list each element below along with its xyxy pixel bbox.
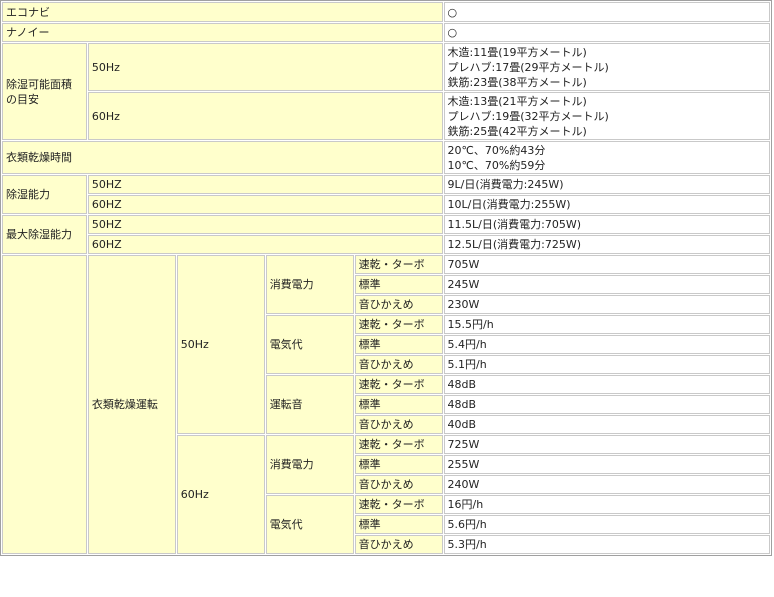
mode-value: 5.4円/h [443,335,770,354]
mode-label: 音ひかえめ [354,415,443,434]
nanoe-value: ○ [443,23,770,42]
mode-label: 音ひかえめ [354,355,443,374]
spec-table: エコナビ ○ ナノイー ○ 除湿可能面積の目安 50Hz 木造:11畳(19平方… [0,0,772,556]
drying-time-value: 20℃、70%約43分 10℃、70%約59分 [443,141,770,174]
capacity-60hz-value: 10L/日(消費電力:255W) [443,195,770,214]
drying-operation-label: 衣類乾燥運転 [87,255,176,554]
drying-time-line: 20℃、70%約43分 [447,143,546,157]
mode-label: 標準 [354,395,443,414]
max-capacity-60hz-label: 60HZ [87,235,443,254]
drying-50hz-power-label: 消費電力 [265,255,354,314]
mode-label: 速乾・ターボ [354,435,443,454]
capacity-60hz-label: 60HZ [87,195,443,214]
mode-value: 5.1円/h [443,355,770,374]
row-max-capacity-50hz: 最大除湿能力 50HZ 11.5L/日(消費電力:705W) [2,215,770,254]
mode-label: 標準 [354,275,443,294]
row-drying-time: 衣類乾燥時間 20℃、70%約43分 10℃、70%約59分 [2,141,770,174]
econavi-value: ○ [443,2,770,22]
mode-label: 標準 [354,455,443,474]
drying-50hz-noise-label: 運転音 [265,375,354,434]
area-60hz-line: 木造:13畳(21平方メートル) [447,94,587,108]
mode-value: 230W [443,295,770,314]
drying-60hz-power-label: 消費電力 [265,435,354,494]
mode-value: 16円/h [443,495,770,514]
mode-value: 48dB [443,375,770,394]
mode-value: 245W [443,275,770,294]
max-capacity-50hz-value: 11.5L/日(消費電力:705W) [443,215,770,234]
area-60hz-value: 木造:13畳(21平方メートル) プレハブ:19畳(32平方メートル) 鉄筋:2… [443,92,770,140]
area-50hz-label: 50Hz [87,43,443,91]
row-area-60hz: 60Hz 木造:13畳(21平方メートル) プレハブ:19畳(32平方メートル)… [2,92,770,140]
area-60hz-line: 鉄筋:25畳(42平方メートル) [447,124,587,138]
row-drying-50-power-turbo: 衣類乾燥運転 50Hz 消費電力 速乾・ターボ 705W [2,255,770,554]
max-capacity-label: 最大除湿能力 [2,215,87,254]
mode-label: 標準 [354,335,443,354]
mode-value: 725W [443,435,770,454]
nanoe-label: ナノイー [2,23,443,42]
mode-label: 速乾・ターボ [354,315,443,334]
mode-label: 速乾・ターボ [354,255,443,274]
mode-label: 速乾・ターボ [354,375,443,394]
area-50hz-line: プレハブ:17畳(29平方メートル) [447,60,609,74]
drying-time-line: 10℃、70%約59分 [447,158,546,172]
mode-label: 音ひかえめ [354,475,443,494]
area-60hz-label: 60Hz [87,92,443,140]
row-max-capacity-60hz: 60HZ 12.5L/日(消費電力:725W) [2,235,770,254]
row-nanoe: ナノイー ○ [2,23,770,42]
area-50hz-value: 木造:11畳(19平方メートル) プレハブ:17畳(29平方メートル) 鉄筋:2… [443,43,770,91]
mode-value: 40dB [443,415,770,434]
drying-50hz-cost-label: 電気代 [265,315,354,374]
row-capacity-60hz: 60HZ 10L/日(消費電力:255W) [2,195,770,214]
area-60hz-line: プレハブ:19畳(32平方メートル) [447,109,609,123]
mode-value: 5.3円/h [443,535,770,554]
mode-value: 240W [443,475,770,494]
area-50hz-line: 鉄筋:23畳(38平方メートル) [447,75,587,89]
mode-value: 5.6円/h [443,515,770,534]
max-capacity-60hz-value: 12.5L/日(消費電力:725W) [443,235,770,254]
max-capacity-50hz-label: 50HZ [87,215,443,234]
mode-label: 音ひかえめ [354,295,443,314]
mode-value: 705W [443,255,770,274]
capacity-50hz-value: 9L/日(消費電力:245W) [443,175,770,194]
mode-label: 音ひかえめ [354,535,443,554]
row-area-50hz: 除湿可能面積の目安 50Hz 木造:11畳(19平方メートル) プレハブ:17畳… [2,43,770,140]
row-capacity-50hz: 除湿能力 50HZ 9L/日(消費電力:245W) [2,175,770,214]
mode-label: 標準 [354,515,443,534]
mode-value: 255W [443,455,770,474]
drying-60hz-cost-label: 電気代 [265,495,354,554]
drying-60hz-label: 60Hz [176,435,265,554]
mode-label: 速乾・ターボ [354,495,443,514]
capacity-label: 除湿能力 [2,175,87,214]
drying-time-label: 衣類乾燥時間 [2,141,443,174]
area-label: 除湿可能面積の目安 [2,43,87,140]
capacity-50hz-label: 50HZ [87,175,443,194]
area-50hz-line: 木造:11畳(19平方メートル) [447,45,587,59]
row-econavi: エコナビ ○ [2,2,770,22]
drying-50hz-label: 50Hz [176,255,265,434]
mode-value: 15.5円/h [443,315,770,334]
drying-blank-cell [2,255,87,554]
econavi-label: エコナビ [2,2,443,22]
mode-value: 48dB [443,395,770,414]
